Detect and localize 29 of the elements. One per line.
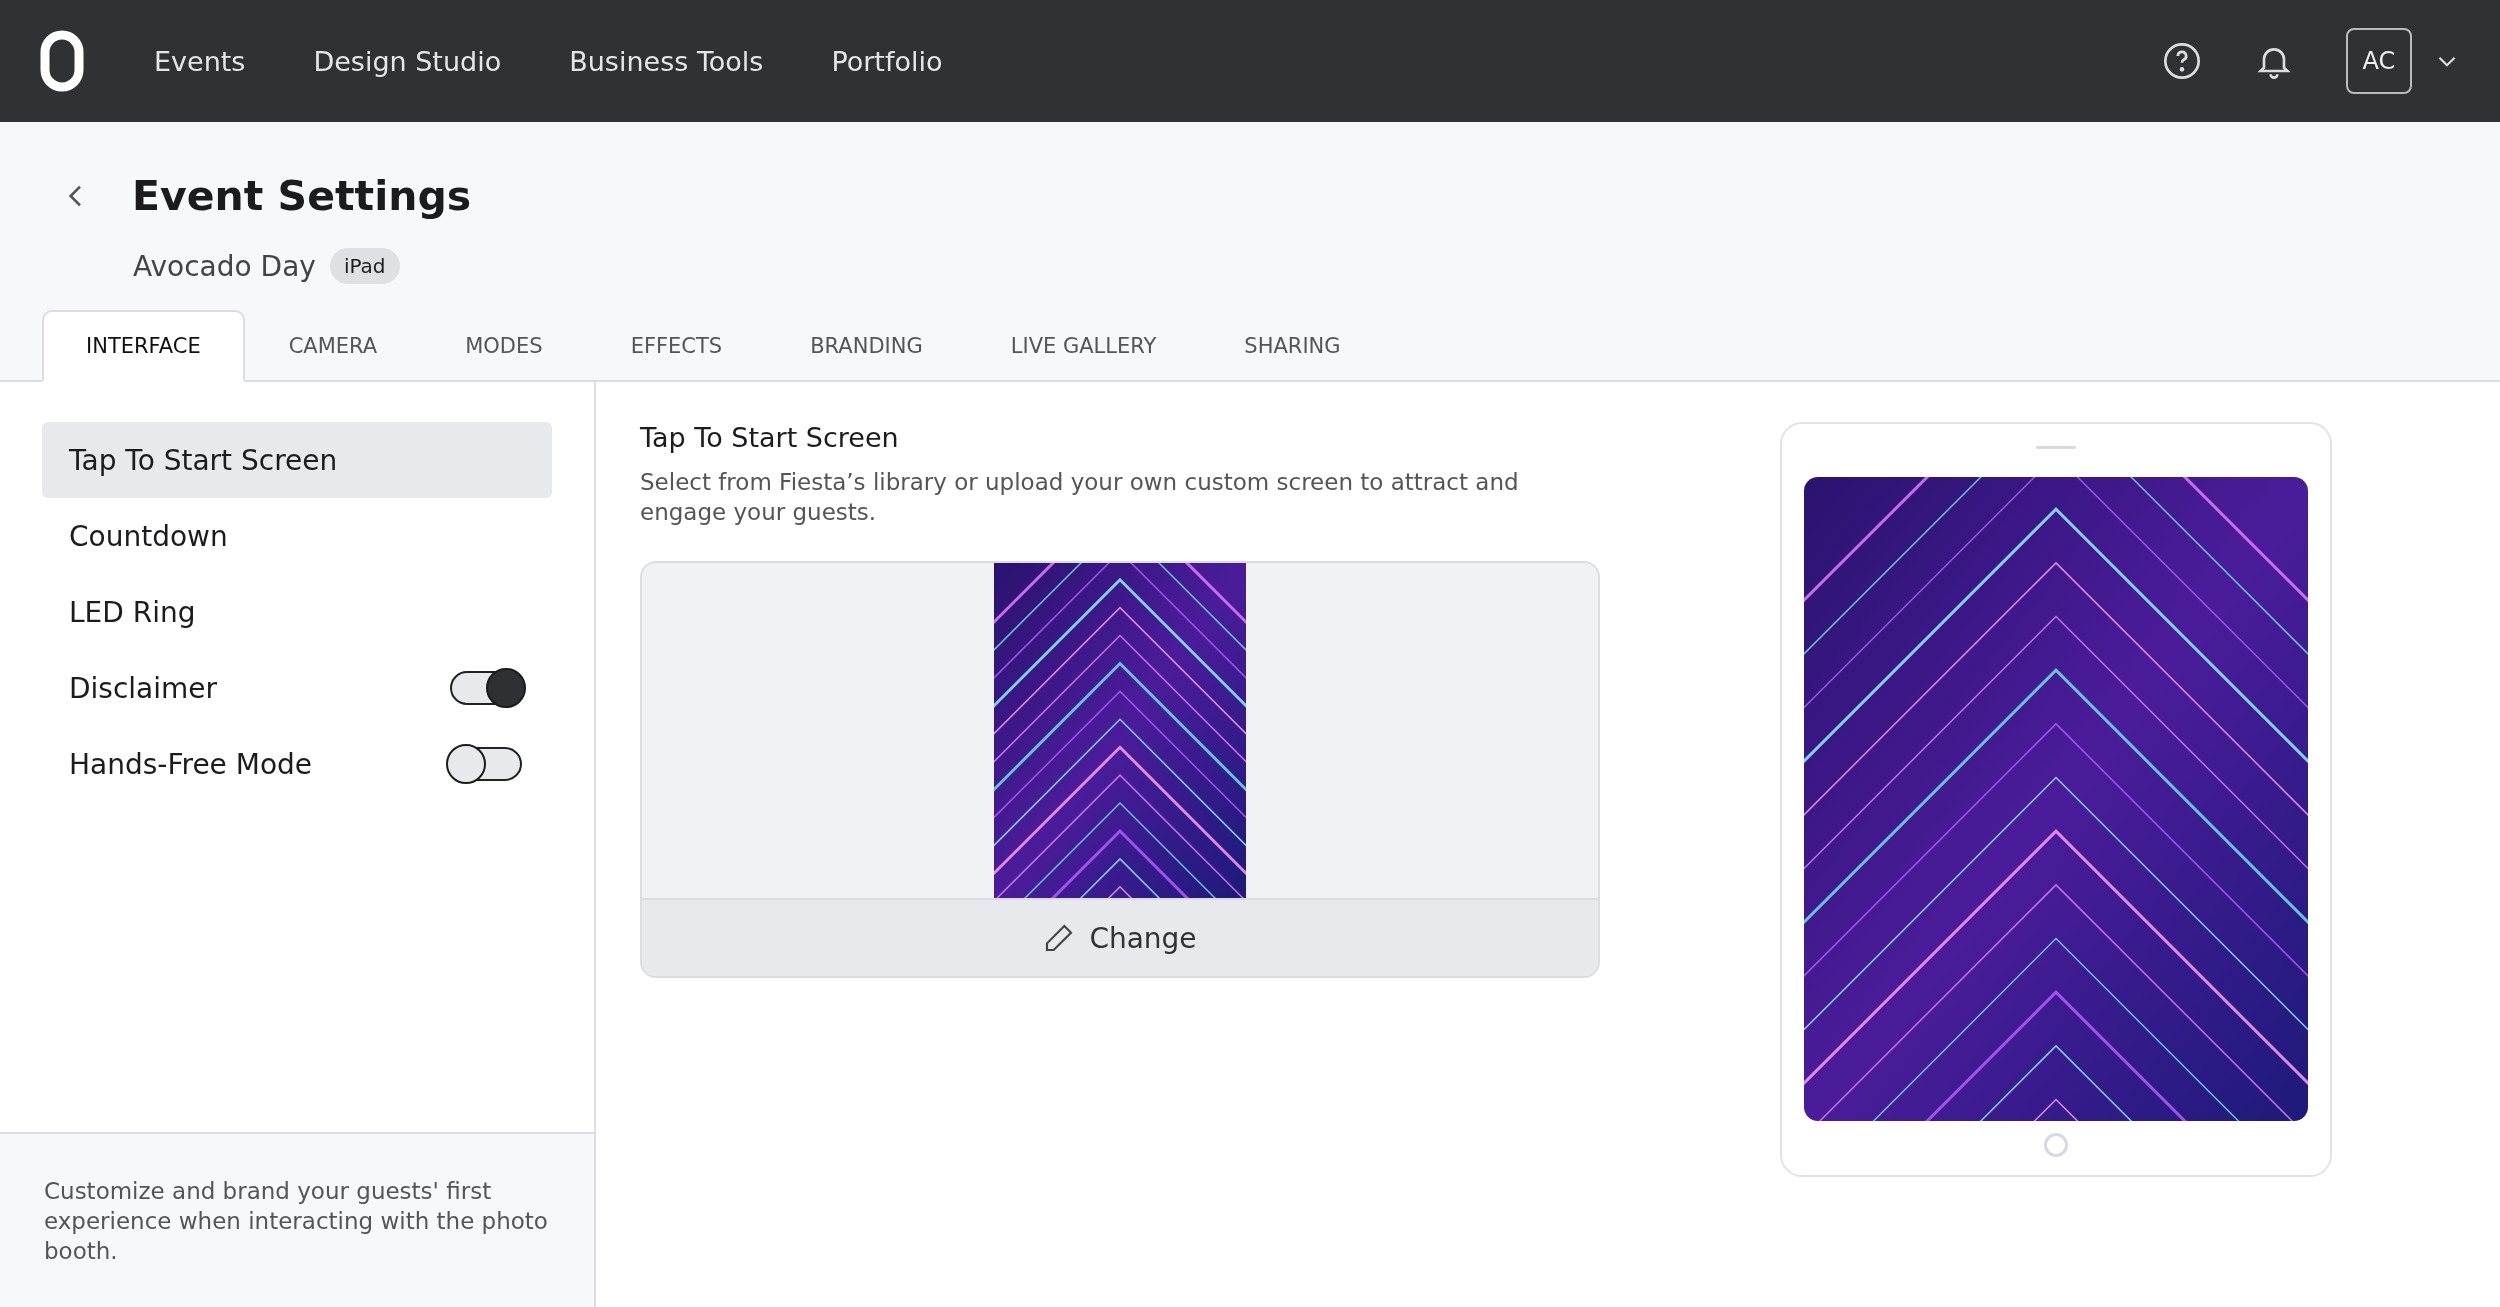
help-icon[interactable] (2162, 41, 2202, 81)
page-title: Event Settings (132, 172, 472, 220)
tab[interactable]: INTERFACE (42, 310, 245, 382)
sidebar-item[interactable]: Tap To Start Screen (42, 422, 552, 498)
nav-link[interactable]: Portfolio (831, 45, 943, 77)
nav-link[interactable]: Design Studio (313, 45, 502, 77)
tab[interactable]: SHARING (1200, 310, 1385, 382)
sidebar-label: Hands-Free Mode (69, 747, 313, 781)
sidebar-item[interactable]: Disclaimer (42, 650, 552, 726)
tab[interactable]: MODES (421, 310, 587, 382)
tab[interactable]: LIVE GALLERY (966, 310, 1201, 382)
sidebar-item[interactable]: LED Ring (42, 574, 552, 650)
sidebar-item[interactable]: Countdown (42, 498, 552, 574)
section-description: Select from Fiesta’s library or upload your own custom screen to attract and engage your guests. (640, 468, 1520, 527)
sidebar-help-text: Customize and brand your guests' first experience when interacting with the photo booth. (0, 1132, 594, 1307)
sidebar-label: Disclaimer (69, 671, 218, 705)
section-title: Tap To Start Screen (640, 422, 900, 453)
speaker-slot (2036, 446, 2076, 449)
nav-link[interactable]: Business Tools (569, 45, 764, 77)
nav-link[interactable]: Events (154, 45, 246, 77)
tab[interactable]: CAMERA (244, 310, 422, 382)
device-badge: iPad (329, 248, 400, 284)
avatar-button[interactable]: AC (2346, 28, 2412, 94)
tab[interactable]: BRANDING (766, 310, 967, 382)
change-button[interactable]: Change (642, 898, 1598, 976)
sidebar-item[interactable]: Hands-Free Mode (42, 726, 552, 802)
event-name: Avocado Day (133, 249, 316, 283)
logo-icon[interactable] (40, 30, 84, 92)
tab[interactable]: EFFECTS (586, 310, 767, 382)
